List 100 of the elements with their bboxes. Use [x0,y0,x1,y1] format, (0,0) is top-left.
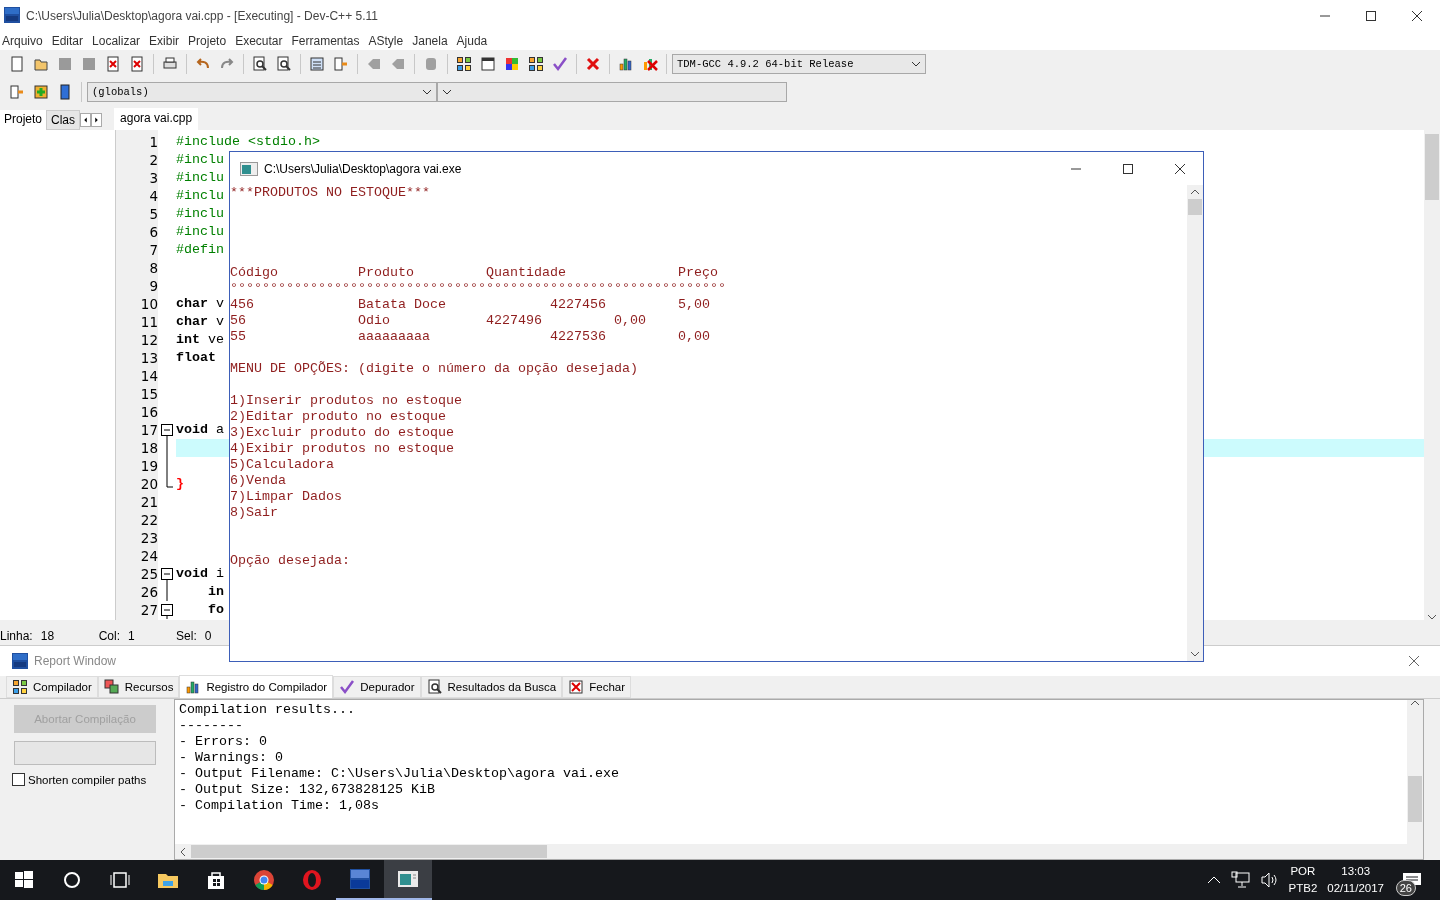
grid-icon[interactable] [456,56,472,72]
input-language[interactable]: POR [1290,863,1316,880]
status-label: Sel: [176,628,198,643]
speaker-icon[interactable] [1260,872,1279,888]
scrollbar-thumb[interactable] [191,845,547,858]
dev-logo-icon[interactable] [348,867,372,891]
code-text: #inclu [176,223,224,241]
scrollbar-thumb[interactable] [1188,199,1202,215]
close-icon[interactable] [1408,655,1420,667]
line-number: 11 [139,313,158,331]
cross-icon[interactable] [585,56,601,72]
close-icon[interactable] [1175,163,1185,174]
window-icon[interactable] [480,56,496,72]
check-mark-icon[interactable] [552,56,568,72]
caret-icon [911,61,921,67]
split-page-icon[interactable] [9,84,25,100]
console-menu-option: 6)Venda [230,473,286,488]
clock-date[interactable]: 02/11/2017 [1327,880,1384,897]
report-tab[interactable]: Fechar [562,676,632,698]
dev-logo-icon [12,653,28,669]
fold-toggle-icon[interactable] [160,421,174,439]
menu-item[interactable]: Localizar [90,34,146,48]
file-tab[interactable]: agora vai.cpp [114,108,199,130]
log-line: - Errors: 0 [179,734,267,750]
split-page-icon[interactable] [333,56,349,72]
scope-dropdown[interactable]: (globals) [87,82,437,102]
menu-item[interactable]: Ajuda [454,34,493,48]
bar-chart-icon[interactable] [618,56,634,72]
line-number: 21 [139,493,158,511]
ring-icon[interactable] [300,868,324,892]
menu-item[interactable]: Editar [49,34,89,48]
scroll-up-icon[interactable] [1410,700,1420,706]
menu-item[interactable]: Janela [410,34,453,48]
bar-chart-cross-icon[interactable] [642,56,658,72]
scroll-right-icon[interactable] [91,113,103,127]
menu-item[interactable]: Ferramentas [289,34,365,48]
scroll-down-icon[interactable] [1190,651,1200,657]
scroll-down-icon[interactable] [1427,614,1437,620]
grid-icon[interactable] [528,56,544,72]
panel-tab[interactable]: Projeto [0,110,47,130]
compiler-dropdown[interactable]: TDM-GCC 4.9.2 64-bit Release [672,54,926,74]
report-tab[interactable]: Compilador [6,676,98,698]
maximize-icon[interactable] [1123,163,1133,174]
fold-toggle-icon[interactable] [160,565,174,583]
page-cross-icon[interactable] [105,56,121,72]
color-grid-icon[interactable] [504,56,520,72]
line-number: 26 [139,583,158,601]
console-heading: ***PRODUTOS NO ESTOQUE*** [230,185,430,200]
line-number: 5 [148,205,158,223]
scrollbar-thumb[interactable] [1425,134,1439,200]
keyboard-layout[interactable]: PTB2 [1288,880,1318,897]
printer-icon[interactable] [162,56,178,72]
plus-icon[interactable] [33,84,49,100]
menu-item[interactable]: Arquivo [0,34,48,48]
panel-tab[interactable]: Clas [46,110,81,130]
clock-time[interactable]: 13:03 [1341,863,1371,880]
maximize-icon[interactable] [1366,11,1376,21]
menu-item[interactable]: Exibir [147,34,185,48]
page-cross-icon[interactable] [129,56,145,72]
report-tab[interactable]: Depurador [333,676,421,698]
log-line: - Output Size: 132,673828125 KiB [179,782,435,798]
line-number: 1 [148,133,158,151]
horizontal-scrollbar[interactable] [175,844,1423,859]
new-page-icon[interactable] [9,56,25,72]
chevron-up-icon[interactable] [1206,875,1221,885]
menu-item[interactable]: Projeto [186,34,232,48]
status-value: 1 [128,628,136,643]
console-menu-option: 1)Inserir produtos no estoque [230,393,462,408]
line-number: 15 [139,385,158,403]
line-number: 18 [139,439,158,457]
vertical-scrollbar[interactable] [1407,700,1423,844]
fold-toggle-icon[interactable] [160,601,174,619]
line-number: 19 [139,457,158,475]
checkbox[interactable] [12,773,25,786]
window-title: C:\Users\Julia\Desktop\agora vai.exe [264,161,463,176]
page-search-icon[interactable] [252,56,268,72]
line-number: 16 [139,403,158,421]
close-icon[interactable] [1412,11,1422,21]
line-number: 8 [148,259,158,277]
vertical-scrollbar[interactable] [1187,185,1203,661]
page-search-icon[interactable] [276,56,292,72]
scrollbar-thumb[interactable] [1408,776,1422,822]
line-number: 14 [139,367,158,385]
browser-icon[interactable] [252,868,276,892]
menu-item[interactable]: Executar [233,34,288,48]
code-text: fo [207,601,224,619]
scroll-left-icon[interactable] [80,113,92,127]
console-menu-option: 7)Limpar Dados [230,489,342,504]
grid-icon [12,679,28,695]
book-icon[interactable] [57,84,73,100]
network-icon[interactable] [1230,871,1251,889]
menu-item[interactable]: AStyle [366,34,409,48]
report-tab[interactable]: Resultados da Busca [420,676,563,698]
report-tab[interactable]: Registro do Compilador [179,675,334,698]
console-prompt: Opção desejada: [230,553,350,568]
console-table-header: Código Produto Quantidade Preço [230,265,718,280]
report-tab[interactable]: Recursos [97,676,180,698]
list-page-icon[interactable] [309,56,325,72]
scroll-up-icon[interactable] [1190,189,1200,195]
code-text: in [207,583,224,601]
